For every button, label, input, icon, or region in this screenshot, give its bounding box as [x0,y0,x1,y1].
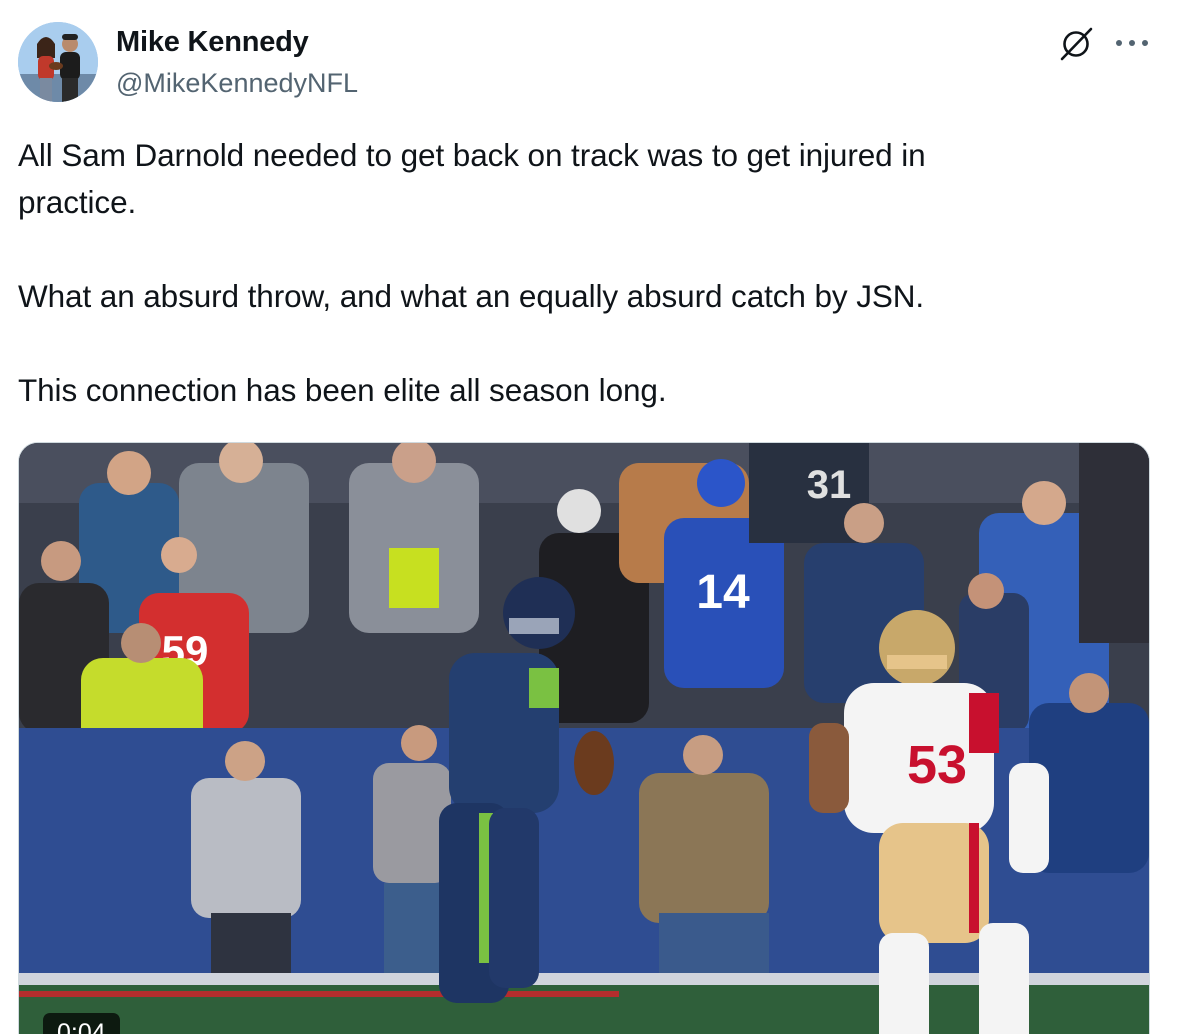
more-dot [1116,40,1122,46]
tweet-text-line: practice. [18,184,137,220]
tweet-text-line: This connection has been elite all seaso… [18,372,667,408]
author-handle[interactable]: @MikeKennedyNFL [116,68,358,99]
jersey-number: 53 [907,735,967,795]
tweet-card: Mike Kennedy @MikeKennedyNFL All Sam Dar… [0,0,1178,1034]
grok-icon[interactable] [1058,26,1094,62]
jersey-number: 14 [696,566,750,619]
video-player[interactable]: 14 59 31 53 0:04 [18,442,1150,1034]
jersey-number: 31 [807,463,852,507]
tweet-text-line: What an absurd throw, and what an equall… [18,278,925,314]
tweet-text: All Sam Darnold needed to get back on tr… [18,132,1138,414]
author-display-name[interactable]: Mike Kennedy [116,26,309,59]
author-avatar[interactable] [18,22,98,102]
video-frame: 14 59 31 53 [19,443,1149,1034]
video-elapsed-time: 0:04 [43,1013,120,1034]
more-dot [1129,40,1135,46]
more-dot [1142,40,1148,46]
tweet-text-line: All Sam Darnold needed to get back on tr… [18,137,926,173]
more-horizontal-icon[interactable] [1113,28,1151,58]
